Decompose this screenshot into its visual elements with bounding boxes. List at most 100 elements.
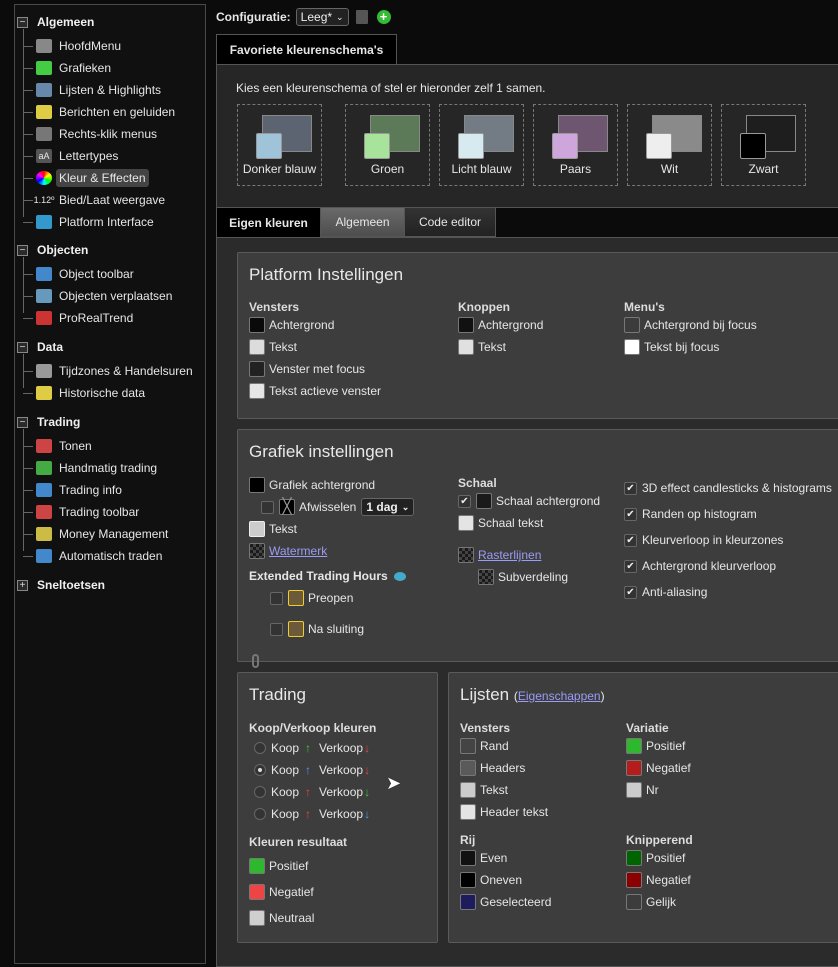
tree-group-trading[interactable]: − Trading — [17, 415, 80, 429]
color-swatch[interactable] — [249, 543, 265, 559]
config-select[interactable]: Leeg* ⌄ — [295, 8, 349, 26]
scale-text-row[interactable]: Schaal tekst — [458, 512, 600, 534]
option-kleurverloop-in-kleurzones[interactable]: ✔ Kleurverloop in kleurzones — [624, 527, 832, 553]
sidebar-item-object-toolbar[interactable]: Object toolbar — [23, 264, 137, 284]
color-swatch[interactable] — [288, 621, 304, 637]
color-swatch[interactable] — [624, 317, 640, 333]
color-setting-even[interactable]: Even — [460, 847, 551, 869]
buy-sell-radio[interactable] — [254, 742, 266, 754]
color-swatch[interactable] — [626, 760, 642, 776]
color-setting-header-tekst[interactable]: Header tekst — [460, 801, 548, 823]
color-swatch[interactable] — [288, 590, 304, 606]
color-setting-rand[interactable]: Rand — [460, 735, 548, 757]
scheme-wit[interactable]: Wit — [627, 104, 712, 186]
result-neutraal[interactable]: Neutraal — [249, 905, 378, 931]
after-close-checkbox[interactable] — [270, 622, 283, 636]
color-swatch[interactable] — [626, 782, 642, 798]
alternate-checkbox[interactable] — [261, 500, 274, 514]
sidebar-item-automatisch-traden[interactable]: Automatisch traden — [23, 546, 165, 566]
color-setting-tekst[interactable]: Tekst — [458, 336, 543, 358]
tab-favorite-schemes[interactable]: Favoriete kleurenschema's — [216, 34, 397, 65]
x-swatch-icon[interactable]: ╳ — [279, 499, 295, 515]
option-achtergrond-kleurverloop[interactable]: ✔ Achtergrond kleurverloop — [624, 553, 832, 579]
color-setting-gelijk[interactable]: Gelijk — [626, 891, 693, 913]
option-randen-op-histogram[interactable]: ✔ Randen op histogram — [624, 501, 832, 527]
color-setting-positief[interactable]: Positief — [626, 847, 693, 869]
add-config-icon[interactable]: + — [376, 10, 391, 24]
color-setting-oneven[interactable]: Oneven — [460, 869, 551, 891]
color-swatch[interactable] — [460, 782, 476, 798]
buy-sell-option[interactable]: Koop ↑ Verkoop ↓ — [254, 781, 378, 803]
buy-sell-option[interactable]: Koop ↑ Verkoop ↓ — [254, 737, 378, 759]
sidebar-item-historische-data[interactable]: Historische data — [23, 383, 148, 403]
color-swatch[interactable] — [458, 317, 474, 333]
collapse-icon[interactable]: − — [17, 416, 28, 428]
scheme-donker-blauw[interactable]: Donker blauw — [237, 104, 322, 186]
color-swatch[interactable] — [460, 804, 476, 820]
properties-link[interactable]: Eigenschappen — [518, 689, 601, 703]
expand-icon[interactable]: + — [17, 579, 28, 591]
scheme-groen[interactable]: Groen — [345, 104, 430, 186]
scheme-paars[interactable]: Paars — [533, 104, 618, 186]
sidebar-item-lettertypes[interactable]: aA Lettertypes — [23, 146, 121, 166]
buy-sell-option[interactable]: Koop ↑ Verkoop ↓ — [254, 759, 378, 781]
color-swatch[interactable] — [478, 569, 494, 585]
result-positief[interactable]: Positief — [249, 853, 378, 879]
color-setting-negatief[interactable]: Negatief — [626, 869, 693, 891]
sidebar-item-grafieken[interactable]: Grafieken — [23, 58, 114, 78]
sidebar-item-rechts-klik-menus[interactable]: Rechts-klik menus — [23, 124, 160, 144]
color-swatch[interactable] — [249, 910, 265, 926]
color-swatch[interactable] — [624, 339, 640, 355]
option-checkbox[interactable]: ✔ — [624, 507, 637, 521]
sidebar-item-prorealtrend[interactable]: ProRealTrend — [23, 308, 136, 328]
color-swatch[interactable] — [249, 361, 265, 377]
scheme-licht-blauw[interactable]: Licht blauw — [439, 104, 524, 186]
color-swatch[interactable] — [458, 339, 474, 355]
color-setting-negatief[interactable]: Negatief — [626, 757, 691, 779]
color-swatch[interactable] — [458, 515, 474, 531]
watermark-link[interactable]: Watermerk — [269, 544, 327, 558]
color-setting-positief[interactable]: Positief — [626, 735, 691, 757]
color-swatch[interactable] — [476, 493, 492, 509]
color-swatch[interactable] — [626, 894, 642, 910]
color-swatch[interactable] — [460, 738, 476, 754]
sidebar-item-kleur-effecten[interactable]: Kleur & Effecten — [23, 168, 149, 188]
color-setting-achtergrond[interactable]: Achtergrond — [458, 314, 543, 336]
color-swatch[interactable] — [249, 339, 265, 355]
link-chain-icon[interactable] — [252, 654, 259, 668]
color-swatch[interactable] — [460, 894, 476, 910]
color-swatch[interactable] — [249, 477, 265, 493]
color-setting-achtergrond[interactable]: Achtergrond — [249, 314, 381, 336]
buy-sell-radio[interactable] — [254, 786, 266, 798]
color-setting-nr[interactable]: Nr — [626, 779, 691, 801]
color-swatch[interactable] — [626, 850, 642, 866]
alternate-period-select[interactable]: 1 dag ⌄ — [361, 498, 415, 516]
color-setting-headers[interactable]: Headers — [460, 757, 548, 779]
sidebar-item-money-management[interactable]: Money Management — [23, 524, 171, 544]
color-swatch[interactable] — [249, 317, 265, 333]
text-row[interactable]: Tekst — [249, 518, 414, 540]
option-3d-effect-candlesticks-histograms[interactable]: ✔ 3D effect candlesticks & histograms — [624, 475, 832, 501]
color-swatch[interactable] — [460, 872, 476, 888]
scheme-zwart[interactable]: Zwart — [721, 104, 806, 186]
preopen-checkbox[interactable] — [270, 591, 283, 605]
info-bubble-icon[interactable] — [393, 571, 406, 581]
sidebar-item-hoofdmenu[interactable]: HoofdMenu — [23, 36, 124, 56]
buy-sell-radio[interactable] — [254, 764, 266, 776]
gridlines-link[interactable]: Rasterlijnen — [478, 548, 541, 562]
color-swatch[interactable] — [460, 850, 476, 866]
collapse-icon[interactable]: − — [17, 244, 28, 256]
sidebar-item-tijdzones-handelsuren[interactable]: Tijdzones & Handelsuren — [23, 361, 196, 381]
tree-group-sneltoetsen[interactable]: + Sneltoetsen — [17, 578, 105, 592]
color-swatch[interactable] — [249, 521, 265, 537]
color-setting-tekst-actieve-venster[interactable]: Tekst actieve venster — [249, 380, 381, 402]
subdivision-row[interactable]: Subverdeling — [478, 566, 600, 588]
sidebar-item-objecten-verplaatsen[interactable]: Objecten verplaatsen — [23, 286, 175, 306]
tree-group-data[interactable]: − Data — [17, 340, 63, 354]
collapse-icon[interactable]: − — [17, 16, 28, 28]
sidebar-item-trading-toolbar[interactable]: Trading toolbar — [23, 502, 142, 522]
color-setting-geselecteerd[interactable]: Geselecteerd — [460, 891, 551, 913]
save-icon[interactable] — [355, 10, 368, 24]
color-swatch[interactable] — [249, 858, 265, 874]
buy-sell-option[interactable]: Koop ↑ Verkoop ↓ — [254, 803, 378, 825]
